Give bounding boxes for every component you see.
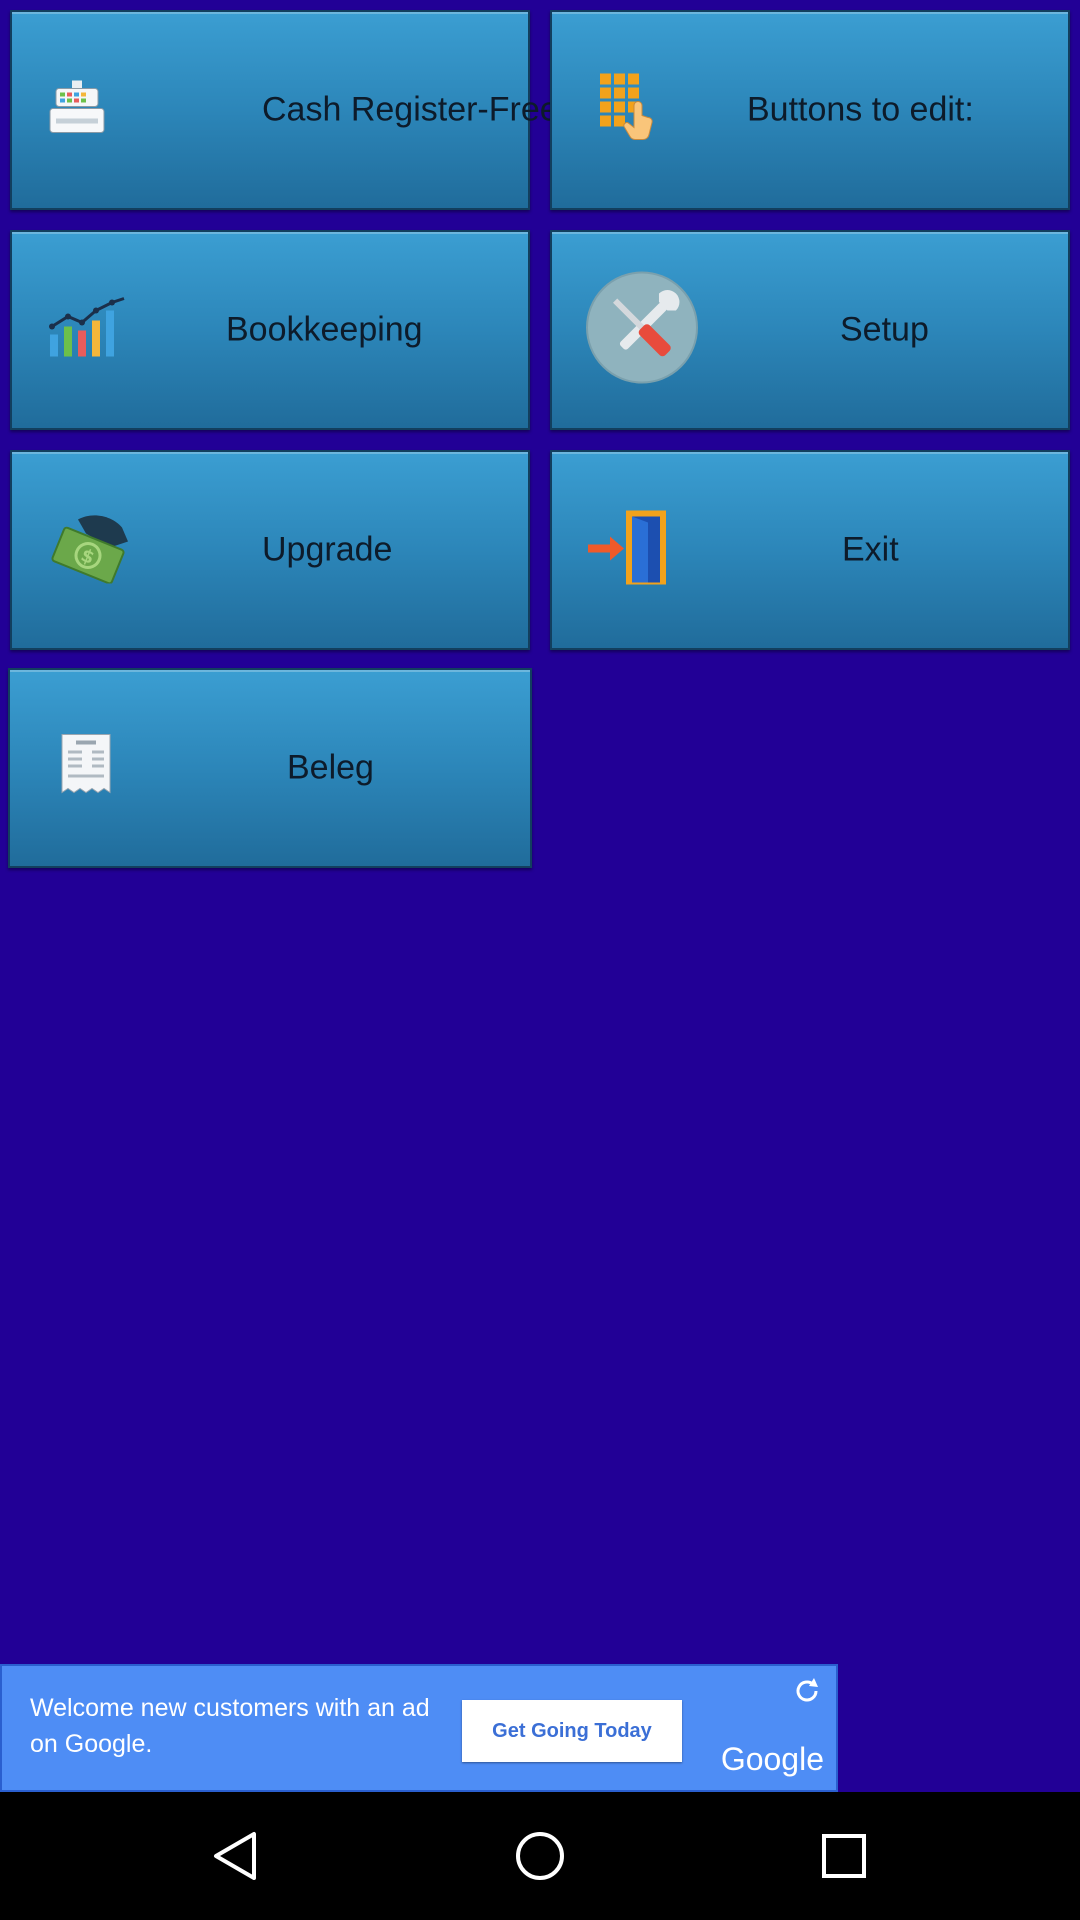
money-hand-icon: $ xyxy=(48,512,130,589)
cash-register-free-label: Cash Register-Free xyxy=(262,90,559,129)
bookkeeping-button[interactable]: Bookkeeping xyxy=(10,230,530,430)
exit-button[interactable]: Exit xyxy=(550,450,1070,650)
home-icon[interactable] xyxy=(514,1830,566,1882)
beleg-label: Beleg xyxy=(287,748,374,787)
wrench-screwdriver-icon xyxy=(586,271,698,389)
get-going-today-button[interactable]: Get Going Today xyxy=(462,1700,682,1762)
exit-label: Exit xyxy=(842,530,899,569)
recent-apps-icon[interactable] xyxy=(818,1830,870,1882)
buttons-to-edit-button[interactable]: Buttons to edit: xyxy=(550,10,1070,210)
upgrade-label: Upgrade xyxy=(262,530,393,569)
cash-register-free-button[interactable]: Cash Register-Free xyxy=(10,10,559,210)
ad-message: Welcome new customers with an ad on Goog… xyxy=(30,1694,430,1758)
setup-label: Setup xyxy=(840,310,929,349)
beleg-button[interactable]: Beleg xyxy=(8,668,532,868)
cash-register-icon xyxy=(46,79,108,142)
ad-banner[interactable]: Welcome new customers with an ad on Goog… xyxy=(0,1664,838,1792)
google-logo: Google xyxy=(720,1741,824,1777)
setup-button[interactable]: Setup xyxy=(550,230,1070,430)
receipt-icon xyxy=(60,733,112,804)
back-icon[interactable] xyxy=(210,1830,262,1882)
upgrade-button[interactable]: $ Upgrade xyxy=(10,450,530,650)
navigation-bar xyxy=(0,1792,1080,1920)
bookkeeping-label: Bookkeeping xyxy=(226,310,423,349)
exit-door-icon xyxy=(586,509,670,592)
button-grid-icon xyxy=(598,72,658,149)
refresh-icon[interactable] xyxy=(792,1676,822,1711)
buttons-to-edit-label: Buttons to edit: xyxy=(747,90,974,129)
bar-chart-icon xyxy=(48,297,128,364)
